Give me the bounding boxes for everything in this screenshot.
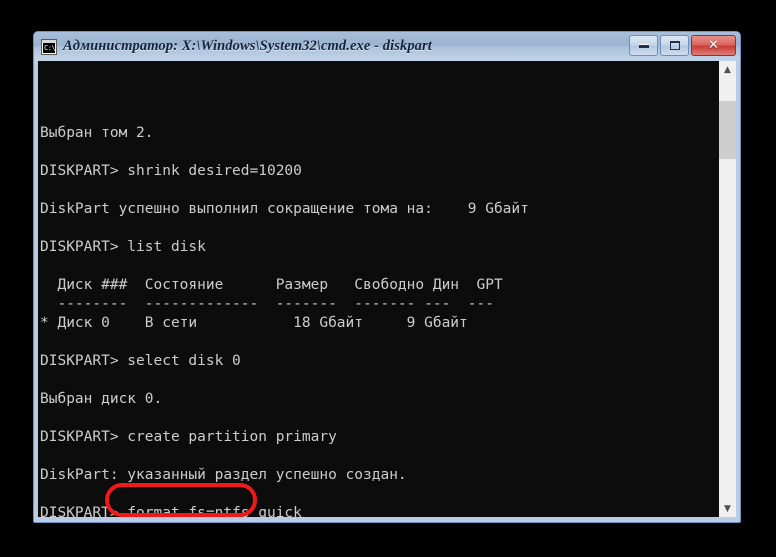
title-bar[interactable]: C:\_ Администратор: X:\Windows\System32\… [34,32,740,61]
caption-buttons: ✕ [629,35,736,56]
scrollbar-thumb[interactable] [719,101,736,159]
console-output[interactable]: Выбран том 2. DISKPART> shrink desired=10… [38,61,718,517]
cmd-console-icon: C:\_ [41,38,57,55]
console-line: DiskPart успешно выполнил сокращение том… [40,201,529,217]
cmd-window[interactable]: C:\_ Администратор: X:\Windows\System32\… [33,31,741,523]
console-line: DISKPART> format fs=ntfs quick [40,505,302,517]
console-line: DiskPart: указанный раздел успешно созда… [40,467,407,483]
console-line: DISKPART> create partition primary [40,429,337,445]
scroll-up-arrow-icon[interactable]: ▲ [719,61,736,78]
console-line: -------- ------------- ------- ------- -… [40,296,494,312]
minimize-icon [630,36,657,55]
window-title: Администратор: X:\Windows\System32\cmd.e… [63,38,432,54]
console-line: Выбран том 2. [40,125,154,141]
minimize-button[interactable] [629,35,658,56]
console-line: Выбран диск 0. [40,391,163,407]
console-scrollbar[interactable]: ▲ ▼ [718,61,736,517]
console-line: Диск ### Состояние Размер Свободно Дин G… [40,277,503,293]
console-line: DISKPART> list disk [40,239,206,255]
maximize-button[interactable] [660,35,689,56]
icon-screen-text: C:\_ [43,42,55,53]
console-line: DISKPART> select disk 0 [40,353,241,369]
console-line: DISKPART> shrink desired=10200 [40,163,302,179]
close-button[interactable]: ✕ [691,35,736,56]
maximize-icon [661,36,688,55]
scroll-down-arrow-icon[interactable]: ▼ [719,500,736,517]
client-area: Выбран том 2. DISKPART> shrink desired=10… [38,61,736,517]
close-icon: ✕ [708,38,719,53]
console-line: * Диск 0 В сети 18 Gбайт 9 Gбайт [40,315,468,331]
